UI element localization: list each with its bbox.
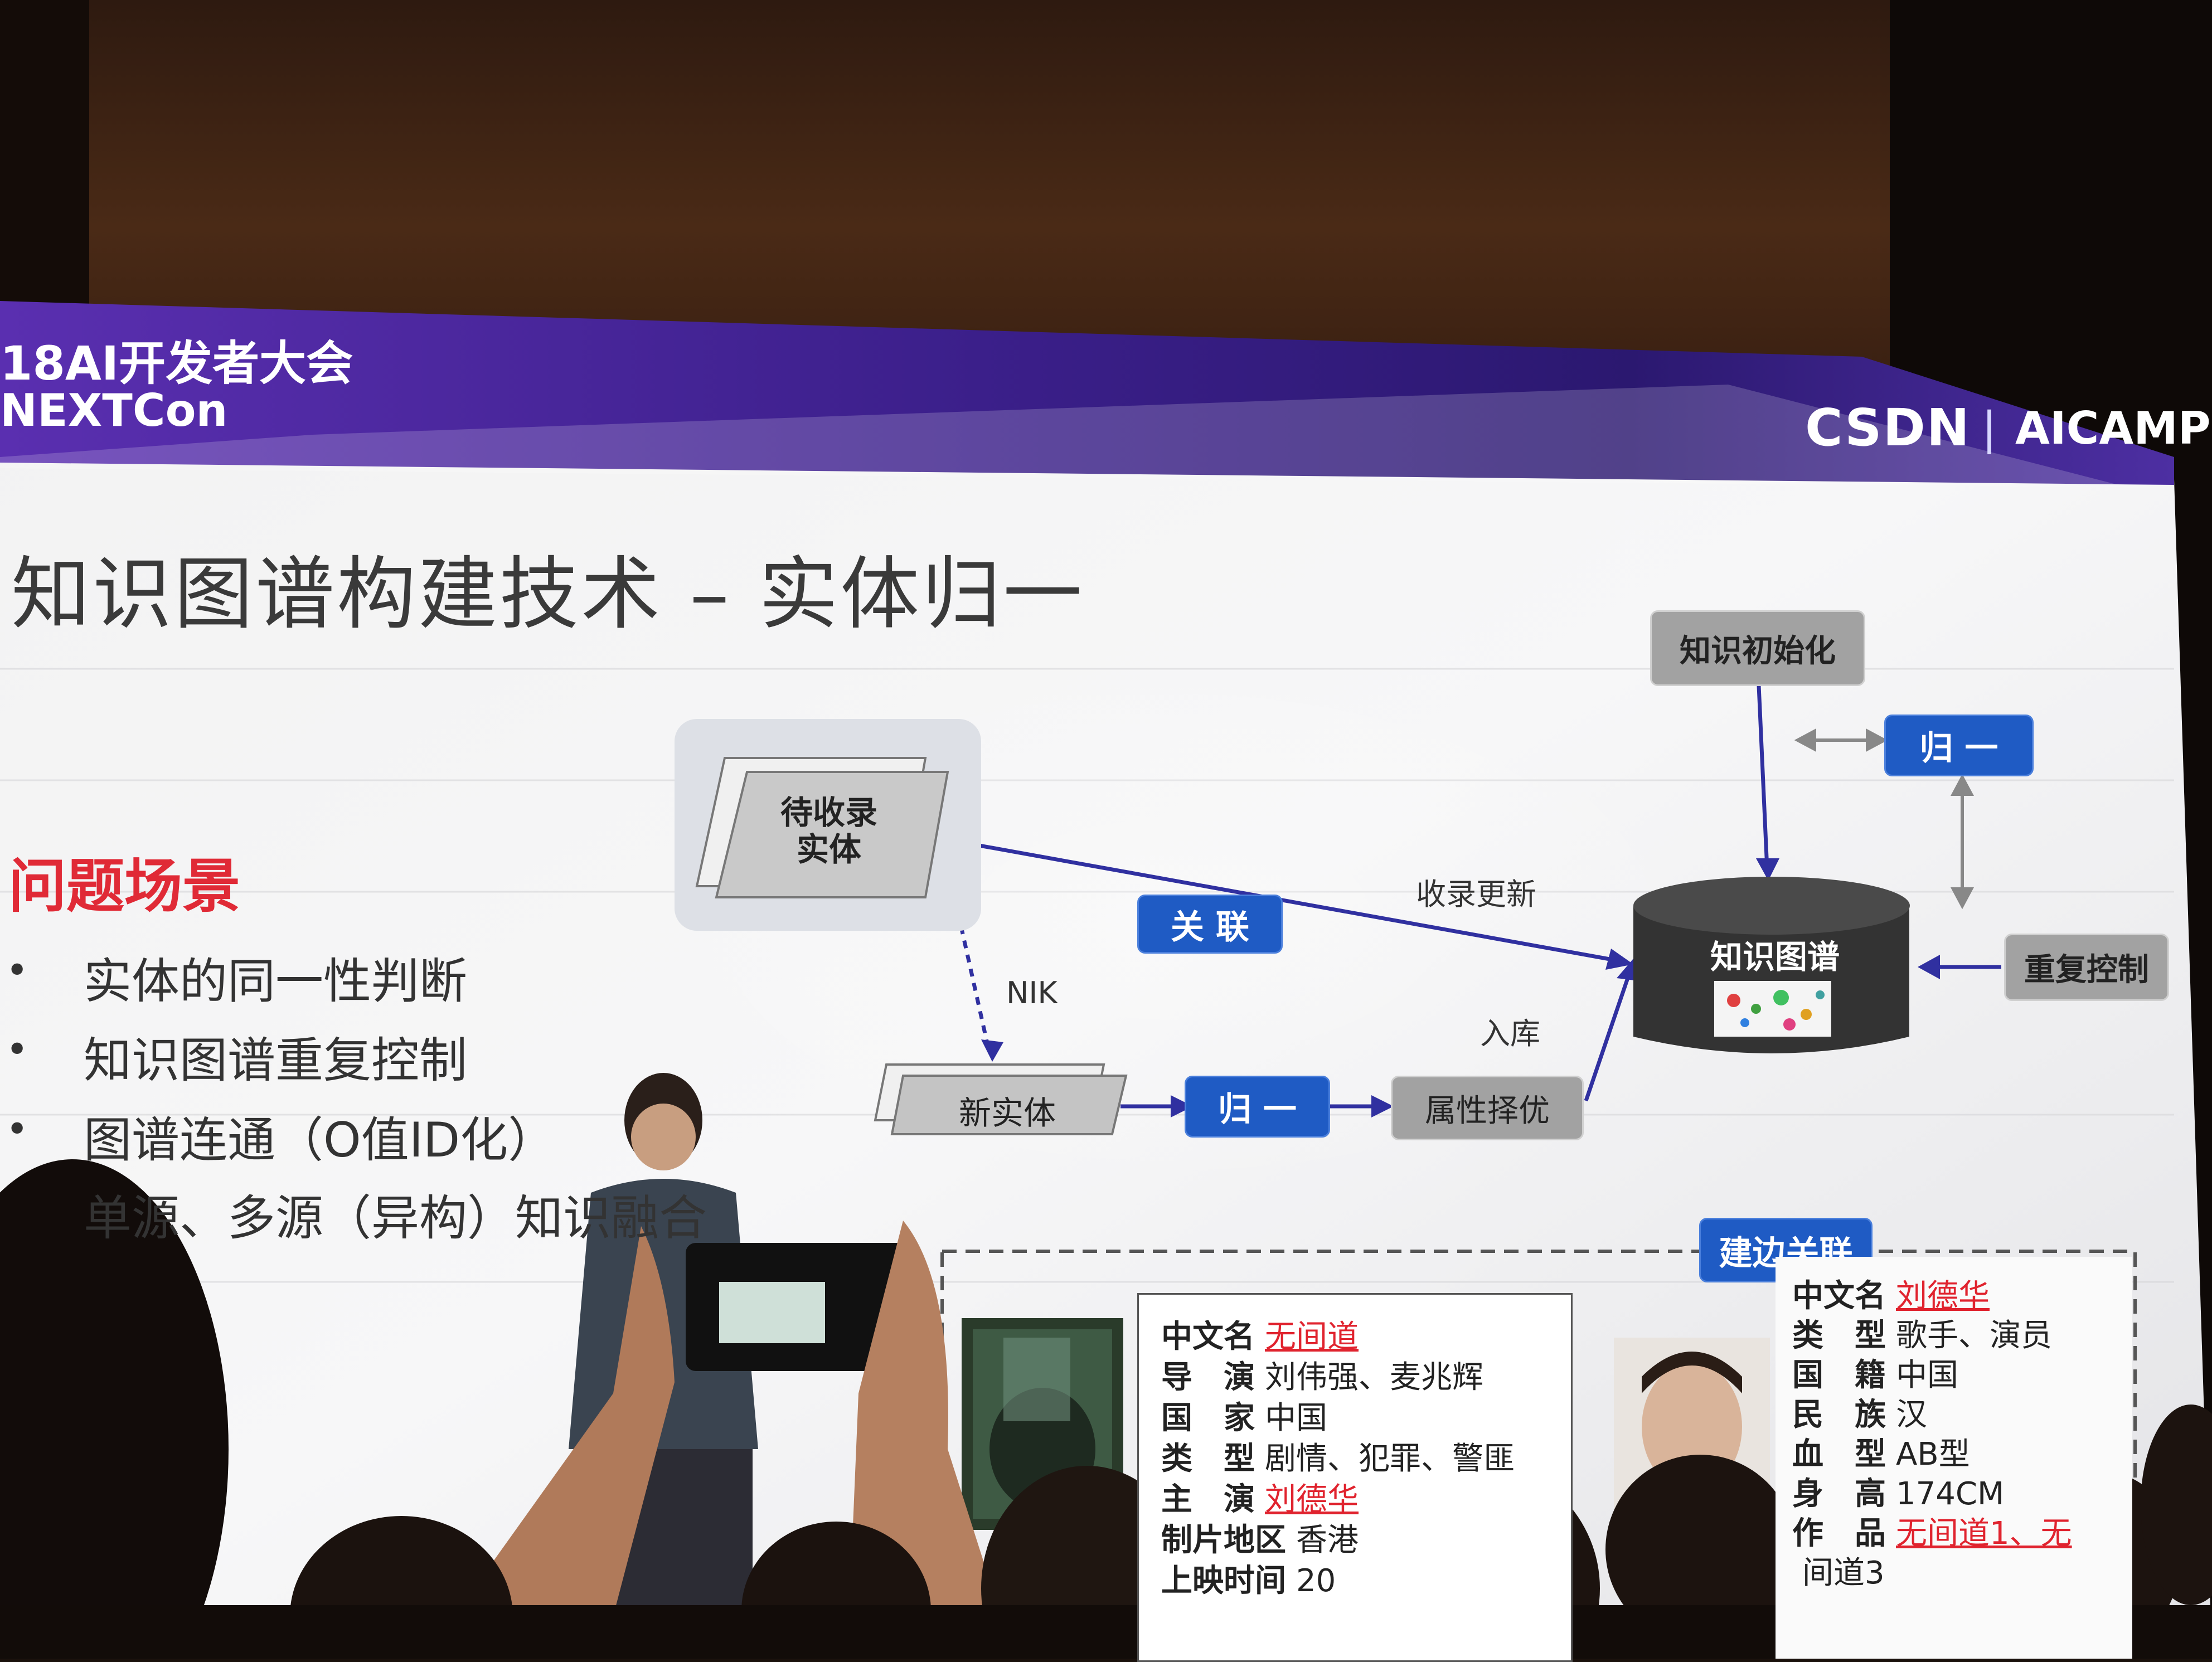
info-row: 上映时间 20 [1161,1556,1336,1601]
section-heading: 问题场景 [8,852,241,920]
info-row: 民 族汉 [1792,1389,1927,1435]
info-row: 国 籍中国 [1792,1350,1958,1395]
info-key: 身 高 [1792,1476,1886,1512]
info-value: 174CM [1896,1476,2005,1512]
conference-brand: NEXTCon [0,385,228,436]
csdn-logo: CSDN [1805,398,1971,458]
info-row: 国 家中国 [1161,1393,1327,1438]
attribute-select-node: 属性择优 [1391,1076,1584,1140]
info-value-link[interactable]: 无间道1、无 [1896,1515,2072,1552]
bullet-dot: • [6,1027,29,1072]
dup-control-node: 重复控制 [2004,934,2169,1001]
normalize-node: 归 一 [1185,1076,1330,1138]
person-info-card: 中文名 刘德华类 型歌手、演员国 籍中国民 族汉血 型 AB型身 高 174CM 作 品… [1776,1257,2132,1659]
aicamp-logo: AICAMP [2015,402,2211,454]
bullet-dot: • [6,947,29,993]
info-row: 作 品无间道1、无 [1792,1508,2072,1553]
normalize-top-node: 归 一 [1884,715,2034,776]
conference-title: 18AI开发者大会 [0,336,353,391]
info-row: 中文名 刘德华 [1792,1271,1990,1316]
info-key: 血 型 [1792,1436,1886,1473]
info-value-link[interactable]: 刘德华 [1896,1278,1990,1314]
bullet-item: 知识图谱重复控制 [84,1033,467,1088]
info-row: 类 型歌手、演员 [1792,1310,2052,1355]
info-row: 类 型剧情、犯罪、警匪 [1161,1433,1515,1479]
info-value: 香港 [1296,1522,1359,1558]
slide-title: 知识图谱构建技术 – 实体归一 [11,548,1085,640]
info-row: 中文名 无间道 [1161,1311,1359,1357]
info-value: 汉 [1896,1397,1927,1433]
info-key: 国 籍 [1792,1357,1886,1393]
info-value: 中国 [1896,1357,1958,1393]
info-value: 中国 [1265,1400,1327,1436]
info-row: 身 高 174CM [1792,1469,2004,1514]
info-key: 上映时间 [1161,1563,1286,1599]
info-key: 导 演 [1161,1359,1255,1396]
link-node: 关 联 [1137,895,1283,954]
info-key: 民 族 [1792,1397,1886,1433]
bullet-item: 图谱连通（O值ID化） [84,1112,556,1168]
info-value-link[interactable]: 刘德华 [1265,1481,1359,1518]
info-key: 中文名 [1792,1278,1886,1314]
info-row: 制片地区 香港 [1161,1515,1359,1560]
info-key: 类 型 [1161,1441,1255,1477]
info-value: 间道3 [1802,1555,1885,1591]
info-row: 血 型 AB型 [1792,1429,1970,1474]
kg-init-node: 知识初始化 [1650,610,1865,686]
bullet-dot: • [6,1106,29,1152]
pending-entity-node: 待收录 实体 [780,794,878,868]
info-value: 刘伟强、麦兆辉 [1265,1359,1483,1396]
info-key: 国 家 [1161,1400,1255,1436]
nik-label: NIK [1006,975,1058,1010]
info-row: 主 演刘德华 [1161,1474,1359,1519]
logo-separator: | [1982,402,1997,454]
info-row: 导 演刘伟强、麦兆辉 [1161,1352,1483,1397]
info-value-link[interactable]: 无间道 [1265,1319,1359,1355]
info-value: 歌手、演员 [1896,1318,2052,1354]
info-key: 中文名 [1161,1319,1255,1355]
include-update-label: 收录更新 [1416,877,1536,912]
info-value: AB型 [1896,1436,1970,1473]
new-entity-node: 新实体 [959,1094,1056,1132]
info-key: 类 型 [1792,1318,1886,1354]
info-key: 制片地区 [1161,1522,1286,1558]
knowledge-graph-node: 知识图谱 [1710,938,1840,976]
info-key: 作 品 [1792,1515,1886,1552]
info-value: 剧情、犯罪、警匪 [1265,1441,1515,1477]
store-label: 入库 [1480,1016,1540,1051]
info-row: 间道3 [1792,1548,1885,1593]
bullet-item: 实体的同一性判断 [84,954,467,1009]
movie-info-card: 中文名 无间道导 演刘伟强、麦兆辉国 家中国类 型剧情、犯罪、警匪主 演刘德华 制片… [1137,1293,1573,1662]
info-key: 主 演 [1161,1481,1255,1518]
info-value: 20 [1296,1563,1336,1599]
bullet-item: 单源、多源（异构）知识融合 [84,1190,707,1246]
